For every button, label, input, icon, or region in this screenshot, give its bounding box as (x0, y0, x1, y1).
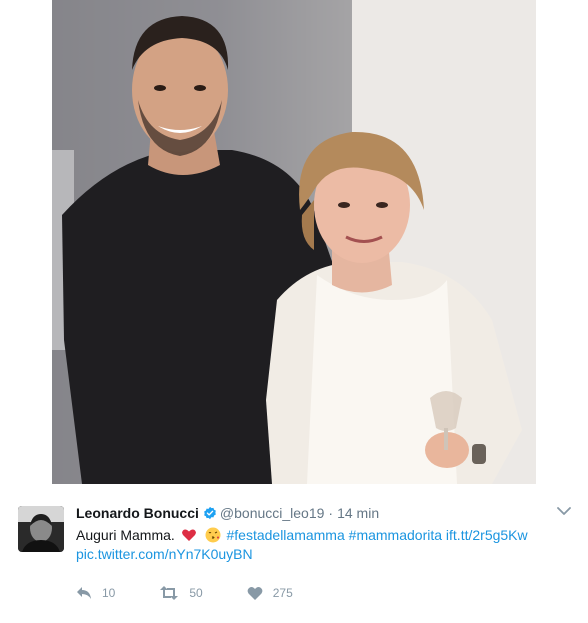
like-button[interactable]: 275 (247, 586, 293, 600)
avatar-image (18, 506, 64, 552)
tweet-actions: 10 50 275 (76, 584, 337, 602)
verified-badge-icon (204, 506, 216, 520)
tweet-photo[interactable] (52, 0, 536, 484)
kiss-emoji (205, 527, 221, 543)
tweet-header: Leonardo Bonucci @bonucci_leo19 · 14 min (76, 504, 379, 522)
like-icon (247, 586, 263, 600)
hashtag-mammadorita[interactable]: #mammadorita (349, 527, 442, 543)
tweet-text: Auguri Mamma. #festadellamamma #mammador… (76, 525, 576, 545)
reply-icon (77, 587, 91, 599)
avatar[interactable] (18, 506, 64, 552)
caret-down-icon[interactable] (556, 504, 572, 518)
retweet-icon (160, 586, 179, 600)
heart-emoji (181, 529, 196, 541)
photo-illustration (52, 0, 536, 484)
separator-dot: · (328, 505, 334, 521)
tweet-text-prefix: Auguri Mamma. (76, 527, 175, 543)
like-count: 275 (272, 586, 293, 600)
retweet-button[interactable]: 50 (159, 586, 203, 600)
author-handle[interactable]: @bonucci_leo19 (220, 505, 325, 521)
reply-count: 10 (102, 586, 116, 600)
reply-button[interactable]: 10 (76, 586, 115, 600)
author-name[interactable]: Leonardo Bonucci (76, 505, 199, 521)
tweet-media[interactable] (0, 0, 588, 484)
media-link-row: pic.twitter.com/nYn7K0uyBN (76, 544, 253, 564)
hashtag-festadellamamma[interactable]: #festadellamamma (226, 527, 344, 543)
short-link[interactable]: ift.tt/2r5g5Kw (446, 527, 528, 543)
tweet-timestamp[interactable]: 14 min (337, 505, 379, 521)
retweet-count: 50 (189, 586, 203, 600)
media-link[interactable]: pic.twitter.com/nYn7K0uyBN (76, 546, 253, 562)
